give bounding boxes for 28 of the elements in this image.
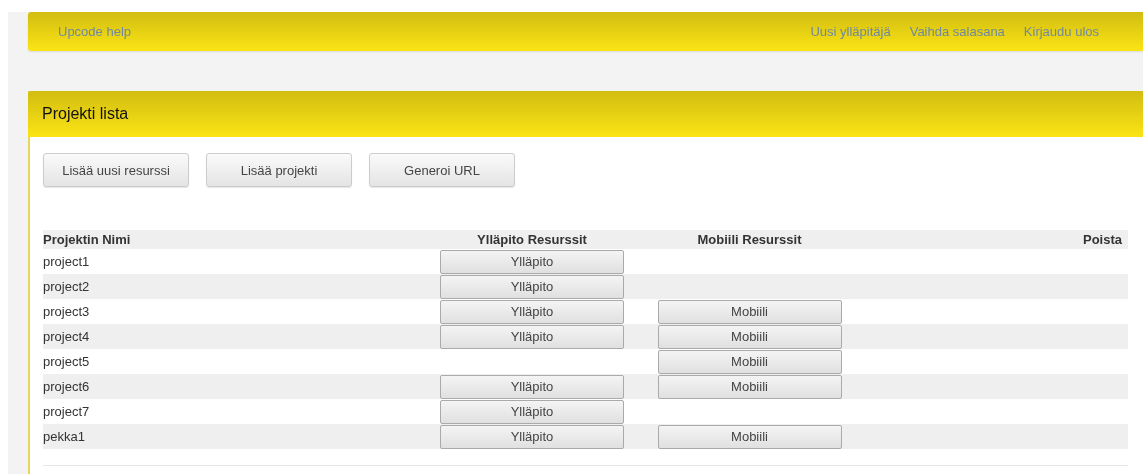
admin-button[interactable]: Ylläpito bbox=[440, 374, 624, 399]
action-button[interactable]: Lisää uusi resurssi bbox=[43, 153, 189, 187]
panel-title: Projekti lista bbox=[42, 105, 129, 123]
column-header: Ylläpito Resurssit bbox=[477, 232, 587, 247]
project-name: project7 bbox=[43, 404, 90, 419]
project-name: project2 bbox=[43, 279, 90, 294]
project-name: project6 bbox=[43, 379, 90, 394]
project-name: project5 bbox=[43, 354, 90, 369]
action-button[interactable]: Lisää projekti bbox=[206, 153, 352, 187]
mobile-button[interactable]: Mobiili bbox=[657, 349, 842, 374]
project-name: project4 bbox=[43, 329, 90, 344]
mobile-button[interactable]: Mobiili bbox=[657, 299, 842, 324]
action-button[interactable]: Generoi URL bbox=[369, 153, 515, 187]
column-header: Projektin Nimi bbox=[43, 232, 131, 247]
column-header: Mobiili Resurssit bbox=[697, 232, 802, 247]
project-name: project1 bbox=[43, 254, 90, 269]
project-name: project3 bbox=[43, 304, 90, 319]
admin-button[interactable]: Ylläpito bbox=[440, 274, 624, 299]
admin-button[interactable]: Ylläpito bbox=[440, 399, 624, 424]
admin-button[interactable]: Ylläpito bbox=[440, 299, 624, 324]
project-name: pekka1 bbox=[43, 429, 85, 444]
admin-button[interactable]: Ylläpito bbox=[440, 249, 624, 274]
mobile-button[interactable]: Mobiili bbox=[657, 424, 842, 449]
admin-button[interactable]: Ylläpito bbox=[440, 424, 624, 449]
admin-button[interactable]: Ylläpito bbox=[440, 324, 624, 349]
mobile-button[interactable]: Mobiili bbox=[657, 374, 842, 399]
column-header: Poista bbox=[1083, 232, 1122, 247]
mobile-button[interactable]: Mobiili bbox=[657, 324, 842, 349]
